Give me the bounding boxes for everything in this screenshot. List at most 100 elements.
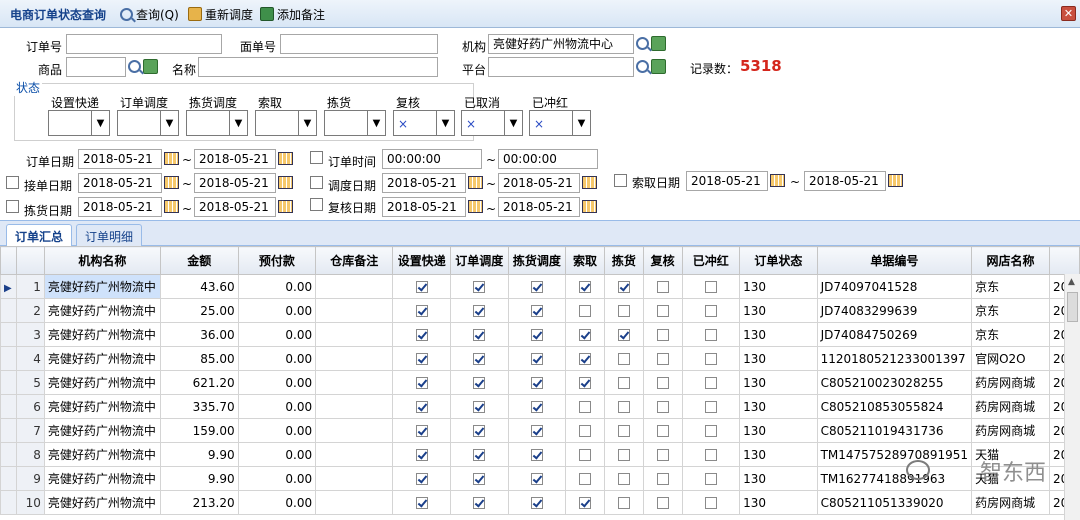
column-header[interactable]: 拣货调度 xyxy=(507,246,567,275)
unchecked-checkbox[interactable] xyxy=(704,353,717,365)
flag-cell[interactable] xyxy=(642,298,683,323)
column-header[interactable]: 设置快递 xyxy=(392,246,452,275)
scroll-thumb[interactable] xyxy=(1067,292,1078,322)
flag-cell[interactable] xyxy=(603,274,644,299)
prepay-cell[interactable]: 0.00 xyxy=(237,418,317,443)
flag-cell[interactable] xyxy=(681,490,741,515)
warehouse-note-cell[interactable] xyxy=(315,418,394,443)
product-search-icon[interactable] xyxy=(128,60,141,73)
prepay-cell[interactable]: 0.00 xyxy=(237,274,317,299)
checked-checkbox[interactable] xyxy=(415,401,428,413)
dispatch-date-from-input[interactable]: 2018-05-21 xyxy=(382,173,466,193)
checked-checkbox[interactable] xyxy=(530,281,543,293)
redispatch-button[interactable]: 重新调度 xyxy=(188,5,253,23)
amount-cell[interactable]: 335.70 xyxy=(159,394,239,419)
amount-cell[interactable]: 43.60 xyxy=(159,274,239,299)
warehouse-note-cell[interactable] xyxy=(315,466,394,491)
flag-cell[interactable] xyxy=(681,346,741,371)
flag-cell[interactable] xyxy=(565,274,605,299)
flag-cell[interactable] xyxy=(565,298,605,323)
prepay-cell[interactable]: 0.00 xyxy=(237,466,317,491)
warehouse-note-cell[interactable] xyxy=(315,346,394,371)
warehouse-note-cell[interactable] xyxy=(315,370,394,395)
chevron-down-icon[interactable]: ▼ xyxy=(504,111,522,135)
unchecked-checkbox[interactable] xyxy=(579,449,592,461)
shop-name-cell[interactable]: 京东 xyxy=(971,298,1050,323)
amount-cell[interactable]: 25.00 xyxy=(159,298,239,323)
flag-cell[interactable] xyxy=(450,418,509,443)
unchecked-checkbox[interactable] xyxy=(704,473,717,485)
org-refresh-icon[interactable] xyxy=(651,36,666,51)
checked-checkbox[interactable] xyxy=(473,329,486,341)
checked-checkbox[interactable] xyxy=(415,497,428,509)
column-header[interactable]: 拣货 xyxy=(603,246,644,275)
order-status-cell[interactable]: 130 xyxy=(739,346,818,371)
flag-cell[interactable] xyxy=(565,490,605,515)
column-header[interactable]: 机构名称 xyxy=(43,246,161,275)
chevron-down-icon[interactable]: ▼ xyxy=(160,111,178,135)
claim-date-checkbox[interactable] xyxy=(614,174,627,187)
flag-cell[interactable] xyxy=(565,418,605,443)
warehouse-note-cell[interactable] xyxy=(315,322,394,347)
checked-checkbox[interactable] xyxy=(530,377,543,389)
dispatch-date-to-input[interactable]: 2018-05-21 xyxy=(498,173,580,193)
unchecked-checkbox[interactable] xyxy=(579,305,592,317)
doc-number-cell[interactable]: TM14757528970891951 xyxy=(816,442,973,467)
platform-input[interactable] xyxy=(488,57,634,77)
column-header[interactable]: 金额 xyxy=(159,246,239,275)
warehouse-note-cell[interactable] xyxy=(315,298,394,323)
unchecked-checkbox[interactable] xyxy=(704,305,717,317)
warehouse-note-cell[interactable] xyxy=(315,394,394,419)
status-field-select[interactable]: × ▼ xyxy=(529,110,591,136)
review-date-from-input[interactable]: 2018-05-21 xyxy=(382,197,466,217)
shop-name-cell[interactable]: 官网O2O xyxy=(971,346,1050,371)
status-field-select[interactable]: ▼ xyxy=(48,110,110,136)
order-status-cell[interactable]: 130 xyxy=(739,418,818,443)
order-time-from-input[interactable]: 00:00:00 xyxy=(382,149,482,169)
status-field-select[interactable]: ▼ xyxy=(255,110,317,136)
flag-cell[interactable] xyxy=(450,346,509,371)
order-status-cell[interactable]: 130 xyxy=(739,298,818,323)
unchecked-checkbox[interactable] xyxy=(656,329,669,341)
doc-number-cell[interactable]: JD74097041528 xyxy=(816,274,973,299)
flag-cell[interactable] xyxy=(565,322,605,347)
flag-cell[interactable] xyxy=(507,298,567,323)
unchecked-checkbox[interactable] xyxy=(617,305,630,317)
flag-cell[interactable] xyxy=(681,274,741,299)
flag-cell[interactable] xyxy=(603,418,644,443)
org-name-cell[interactable]: 亮健好药广州物流中 xyxy=(43,274,161,299)
order-status-cell[interactable]: 130 xyxy=(739,370,818,395)
flag-cell[interactable] xyxy=(681,370,741,395)
unchecked-checkbox[interactable] xyxy=(704,401,717,413)
chevron-down-icon[interactable]: ▼ xyxy=(572,111,590,135)
checked-checkbox[interactable] xyxy=(579,377,592,389)
shop-name-cell[interactable]: 药房网商城 xyxy=(971,490,1050,515)
unchecked-checkbox[interactable] xyxy=(704,329,717,341)
flag-cell[interactable] xyxy=(681,322,741,347)
product-refresh-icon[interactable] xyxy=(143,59,158,74)
unchecked-checkbox[interactable] xyxy=(656,281,669,293)
doc-number-cell[interactable]: C805210023028255 xyxy=(816,370,973,395)
doc-number-cell[interactable]: JD74084750269 xyxy=(816,322,973,347)
org-name-cell[interactable]: 亮健好药广州物流中 xyxy=(43,322,161,347)
order-status-cell[interactable]: 130 xyxy=(739,490,818,515)
warehouse-note-cell[interactable] xyxy=(315,442,394,467)
flag-cell[interactable] xyxy=(681,442,741,467)
flag-cell[interactable] xyxy=(392,442,452,467)
unchecked-checkbox[interactable] xyxy=(656,425,669,437)
calendar-icon[interactable] xyxy=(164,200,179,213)
flag-cell[interactable] xyxy=(565,370,605,395)
unchecked-checkbox[interactable] xyxy=(579,401,592,413)
status-field-select[interactable]: × ▼ xyxy=(461,110,523,136)
prepay-cell[interactable]: 0.00 xyxy=(237,346,317,371)
prepay-cell[interactable]: 0.00 xyxy=(237,298,317,323)
status-field-select[interactable]: ▼ xyxy=(117,110,179,136)
flag-cell[interactable] xyxy=(507,418,567,443)
calendar-icon[interactable] xyxy=(468,200,483,213)
org-name-cell[interactable]: 亮健好药广州物流中 xyxy=(43,394,161,419)
calendar-icon[interactable] xyxy=(770,174,785,187)
org-name-cell[interactable]: 亮健好药广州物流中 xyxy=(43,490,161,515)
org-name-cell[interactable]: 亮健好药广州物流中 xyxy=(43,442,161,467)
amount-cell[interactable]: 36.00 xyxy=(159,322,239,347)
flag-cell[interactable] xyxy=(392,370,452,395)
